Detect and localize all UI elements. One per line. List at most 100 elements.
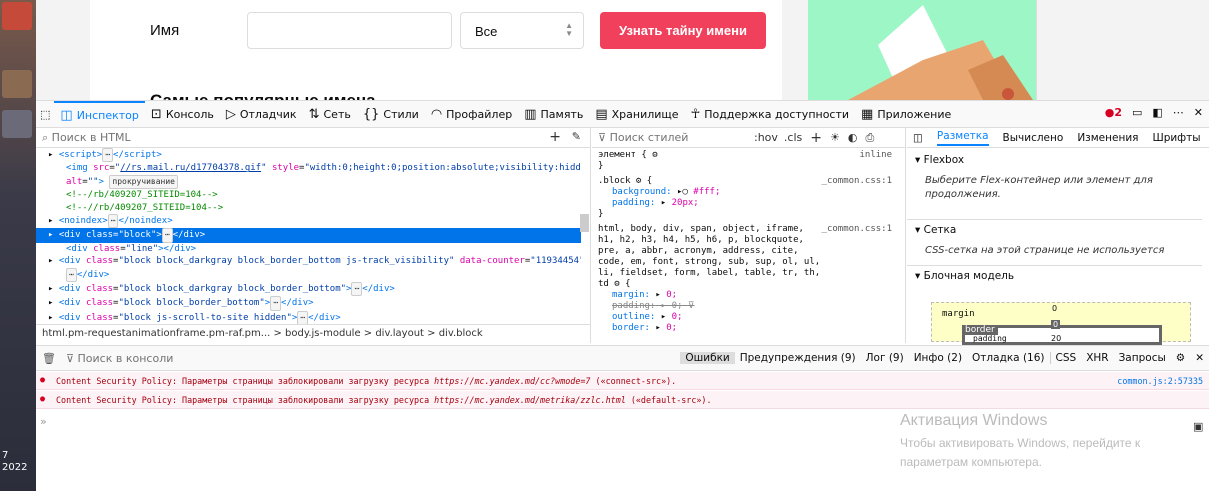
dock-icon[interactable]: ◧ [1152,106,1162,119]
taskbar-app-icon[interactable] [2,70,32,98]
tab-accessibility[interactable]: ☥ Поддержка доступности [685,101,855,128]
tab-network[interactable]: ⇅ Сеть [303,101,357,128]
tab-inspector[interactable]: ◫ Инспектор [54,100,145,128]
console-input-prompt-icon[interactable]: » [40,415,47,428]
console-error-message[interactable]: ● Content Security Policy: Параметры стр… [36,372,1209,390]
tab-application[interactable]: ▦ Приложение [855,101,957,128]
close-icon[interactable]: ✕ [1194,106,1203,119]
tree-node[interactable]: ▸ <div class="block block_darkgray block… [36,282,581,297]
tree-comment[interactable]: <!--//rb/409207_SITEID=104--> [36,202,581,214]
tree-node[interactable]: <div class="line"></div> [36,243,581,255]
add-node-icon[interactable]: + [549,129,561,145]
breadcrumb[interactable]: html.pm-requestanimationframe.pm-raf.pm.… [36,324,591,343]
inspector-icon: ◫ [60,107,73,123]
cls-toggle[interactable]: .cls [784,131,802,144]
dark-scheme-icon[interactable]: ◐ [848,131,858,144]
popular-names-heading: Самые популярные имена [150,90,376,100]
accessibility-icon: ☥ [690,106,701,122]
reset-rule[interactable]: html, body, div, span, object, iframe, h… [598,224,892,290]
grid-section[interactable]: ▾ Сетка CSS-сетка на этой странице не ис… [907,220,1202,266]
tree-node-selected[interactable]: ▸ <div class="block"> ⋯ </div> [36,228,581,243]
name-illustration-image [808,0,1036,100]
tab-style-editor[interactable]: {} Стили [357,101,425,128]
print-media-icon[interactable]: ⎙ [865,131,874,145]
tab-storage[interactable]: ▤ Хранилище [589,101,684,128]
block-rule[interactable]: .block ⚙ {_common.css:1 [598,176,892,187]
filter-warnings[interactable]: Предупреждения (9) [735,352,861,364]
toggle-sidebar-icon[interactable]: ◫ [913,132,923,144]
tab-fonts[interactable]: Шрифты [1152,132,1200,144]
pick-element-icon[interactable]: ⬚ [36,101,54,128]
tree-comment[interactable]: <!--/rb/409207_SITEID=104--> [36,189,581,201]
name-input[interactable] [247,12,452,49]
clear-console-icon[interactable]: 🗑 [42,352,56,365]
eyedropper-icon[interactable]: ✎ [572,130,581,143]
console-icon: ⊡ [150,106,162,122]
message-source-link[interactable]: common.js:2:57335 [1117,376,1203,386]
css-declaration[interactable]: border: ▸ 0; [598,323,892,334]
rule-source-link[interactable]: _common.css:1 [822,176,892,187]
split-console-icon[interactable]: ▭ [1132,106,1142,119]
tree-node[interactable]: ▸ <script> ⋯ </script> [36,148,581,163]
tree-node[interactable]: ▸ <div class="block block_darkgray block… [36,255,581,267]
css-declaration-overridden[interactable]: padding: ▸ 0; ⊽ [598,301,892,312]
css-declaration[interactable]: padding: ▸ 20px; [598,198,892,209]
more-options-icon[interactable]: ⋯ [1173,106,1184,119]
css-declaration[interactable]: background: ▸◯ #fff; [598,187,892,198]
tree-node[interactable]: alt=""> прокручивание [36,174,581,190]
sidebar-tabs: ◫ Разметка Вычислено Изменения Шрифты [907,128,1209,148]
tree-node[interactable]: ▸ <noindex> ⋯ </noindex> [36,214,581,229]
css-declaration[interactable]: margin: ▸ 0; [598,290,892,301]
find-name-secret-button[interactable]: Узнать тайну имени [600,12,766,49]
error-count-badge[interactable]: ●2 [1105,106,1122,119]
box-model-margin[interactable]: margin 0 border 0 padding 20 [931,302,1191,345]
filter-logs[interactable]: Лог (9) [861,352,909,364]
filter-icon: ⊽ [687,301,695,311]
flexbox-note: Выберите Flex-контейнер или элемент для … [925,175,1153,200]
filter-info[interactable]: Инфо (2) [909,352,967,364]
tab-console[interactable]: ⊡ Консоль [145,101,220,128]
filter-debug[interactable]: Отладка (16) [967,352,1049,364]
element-rule[interactable]: элемент { ⚙ inline [598,150,892,161]
taskbar-app-icon[interactable] [2,2,32,30]
flexbox-section[interactable]: ▾ Flexbox Выберите Flex-контейнер или эл… [907,150,1202,220]
add-rule-icon[interactable]: + [810,130,822,146]
select-arrows-icon: ▲ ▼ [565,21,573,38]
light-scheme-icon[interactable]: ☀ [830,131,840,144]
tab-profiler[interactable]: ◠ Профайлер [425,101,518,128]
console-toolbar: 🗑 ⊽ Поиск в консоли Ошибки Предупреждени… [36,345,1209,371]
console-filter-input[interactable]: ⊽ Поиск в консоли [66,352,680,365]
box-model-section[interactable]: ▾ Блочная модель [907,266,1202,290]
taskbar-app-icon[interactable] [2,110,32,138]
filter-styles-input[interactable]: ⊽ Поиск стилей [598,131,748,144]
console-error-message[interactable]: ● Content Security Policy: Параметры стр… [36,391,1209,409]
filter-requests[interactable]: Запросы [1114,352,1171,364]
search-html-input[interactable]: ⌕ Поиск в HTML + ✎ [36,128,591,148]
tab-debugger[interactable]: ▷ Отладчик [220,101,303,128]
hov-toggle[interactable]: :hov [754,131,778,144]
editor-mode-icon[interactable]: ▣ [1193,420,1203,433]
box-model-border[interactable]: border 0 padding 20 [962,320,1162,345]
tab-changes[interactable]: Изменения [1077,132,1138,144]
html-tree[interactable]: ▸ <script> ⋯ </script> <img src="//rs.mail… [36,148,581,324]
filter-xhr[interactable]: XHR [1081,352,1113,364]
tree-node[interactable]: ⋯ </div> [36,267,581,283]
tree-node[interactable]: ▸ <div class="block block_border_bottom"… [36,296,581,311]
close-console-icon[interactable]: ✕ [1190,352,1209,364]
tree-scrollbar[interactable] [580,214,589,232]
console-settings-icon[interactable]: ⚙ [1171,352,1190,364]
tab-layout[interactable]: Разметка [936,130,989,146]
rules-toolbar: ⊽ Поиск стилей :hov .cls + ☀ ◐ ⎙ [592,128,906,148]
tab-memory[interactable]: ▥ Память [518,101,589,128]
search-icon: ⌕ [42,131,52,144]
toolbar-right-controls: ●2 ▭ ◧ ⋯ ✕ [1105,106,1203,119]
filter-css[interactable]: CSS [1049,352,1082,364]
tree-node[interactable]: <img src="//rs.mail.ru/d17704378.gif" st… [36,162,581,174]
filter-errors[interactable]: Ошибки [680,352,735,364]
gender-select[interactable]: Все ▲ ▼ [460,12,584,49]
tree-node[interactable]: ▸ <div class="block js-scroll-to-site hi… [36,310,581,324]
page-right-column [1036,0,1209,100]
rule-source-link[interactable]: _common.css:1 [822,224,892,235]
css-declaration[interactable]: outline: ▸ 0; [598,312,892,323]
tab-computed[interactable]: Вычислено [1003,132,1064,144]
